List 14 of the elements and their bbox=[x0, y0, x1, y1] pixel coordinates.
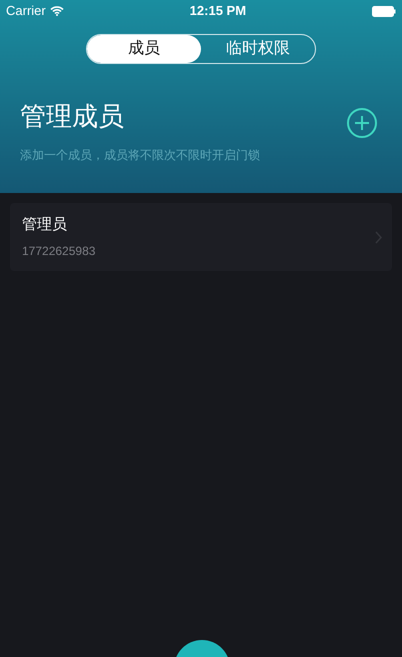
battery-icon bbox=[372, 6, 396, 16]
tab[interactable]: 临时权限 bbox=[201, 35, 315, 63]
plus-icon bbox=[355, 116, 369, 130]
wifi-icon bbox=[50, 6, 64, 16]
member-phone: 17722625983 bbox=[22, 243, 96, 260]
chevron-icon bbox=[375, 230, 382, 244]
member-name: 管理员 bbox=[22, 214, 68, 235]
add-member-button[interactable] bbox=[347, 108, 377, 138]
clock-time: 12:15 PM bbox=[190, 2, 246, 20]
page-title: 管理成员 bbox=[20, 100, 124, 132]
page-subtitle: 添加一个成员，成员将不限次不限时开启门锁 bbox=[19, 147, 261, 164]
member-row[interactable]: 管理员 17722625983 bbox=[10, 203, 392, 271]
carrier-label: Carrier bbox=[6, 2, 46, 20]
tab[interactable]: 成员 bbox=[87, 35, 201, 63]
